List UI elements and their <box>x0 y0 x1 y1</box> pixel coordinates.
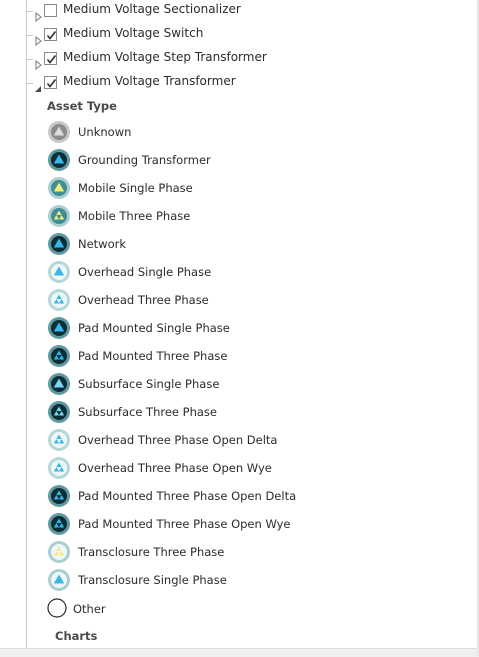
charts-heading: Charts <box>55 629 98 643</box>
symbol-label: Network <box>78 237 127 251</box>
tree-dash <box>26 59 33 60</box>
transformer-symbol-icon <box>48 541 70 563</box>
symbol-label: Overhead Three Phase <box>78 293 209 307</box>
transformer-symbol-icon <box>48 513 70 535</box>
asset-type-heading: Asset Type <box>47 99 117 113</box>
symbol-label: Pad Mounted Three Phase <box>78 349 228 363</box>
symbol-label: Unknown <box>78 125 132 139</box>
layer-checkbox[interactable] <box>44 28 57 41</box>
tree-dash <box>26 11 33 12</box>
transformer-symbol-icon <box>48 485 70 507</box>
transformer-symbol-icon <box>48 149 70 171</box>
transformer-symbol-icon <box>48 121 70 143</box>
layer-checkbox[interactable] <box>44 4 57 17</box>
transformer-symbol-icon <box>48 345 70 367</box>
collapse-triangle-icon[interactable] <box>33 79 43 92</box>
symbol-label: Transclosure Single Phase <box>78 573 227 587</box>
symbol-label: Mobile Single Phase <box>78 181 193 195</box>
transformer-symbol-icon <box>48 261 70 283</box>
symbol-label: Mobile Three Phase <box>78 209 191 223</box>
expand-triangle-icon[interactable] <box>33 55 43 71</box>
expand-triangle-icon[interactable] <box>33 7 43 23</box>
symbol-label: Transclosure Three Phase <box>78 545 225 559</box>
symbol-label: Overhead Three Phase Open Delta <box>78 433 278 447</box>
transformer-symbol-icon <box>48 289 70 311</box>
layer-label: Medium Voltage Step Transformer <box>63 50 267 64</box>
transformer-symbol-icon <box>48 233 70 255</box>
symbol-label: Subsurface Single Phase <box>78 377 220 391</box>
transformer-symbol-icon <box>48 569 70 591</box>
tree-connector-line <box>26 0 27 648</box>
layer-label: Medium Voltage Transformer <box>63 74 236 88</box>
layer-label: Medium Voltage Switch <box>63 26 204 40</box>
symbol-label: Other <box>73 602 106 616</box>
tree-dash <box>26 83 33 84</box>
symbol-label: Pad Mounted Three Phase Open Delta <box>78 489 297 503</box>
transformer-symbol-icon <box>48 373 70 395</box>
tree-dash <box>26 35 33 36</box>
layer-label: Medium Voltage Sectionalizer <box>63 2 241 16</box>
symbol-label: Subsurface Three Phase <box>78 405 217 419</box>
expand-triangle-icon[interactable] <box>33 31 43 47</box>
symbol-label: Pad Mounted Single Phase <box>78 321 230 335</box>
layer-checkbox[interactable] <box>44 76 57 89</box>
symbol-label: Pad Mounted Three Phase Open Wye <box>78 517 291 531</box>
transformer-symbol-icon <box>48 205 70 227</box>
transformer-symbol-icon <box>48 177 70 199</box>
empty-circle-icon <box>47 598 67 618</box>
transformer-symbol-icon <box>48 457 70 479</box>
symbol-label: Overhead Single Phase <box>78 265 212 279</box>
transformer-symbol-icon <box>48 401 70 423</box>
symbol-label: Grounding Transformer <box>78 153 211 167</box>
layer-checkbox[interactable] <box>44 52 57 65</box>
symbol-label: Overhead Three Phase Open Wye <box>78 461 272 475</box>
transformer-symbol-icon <box>48 429 70 451</box>
transformer-symbol-icon <box>48 317 70 339</box>
